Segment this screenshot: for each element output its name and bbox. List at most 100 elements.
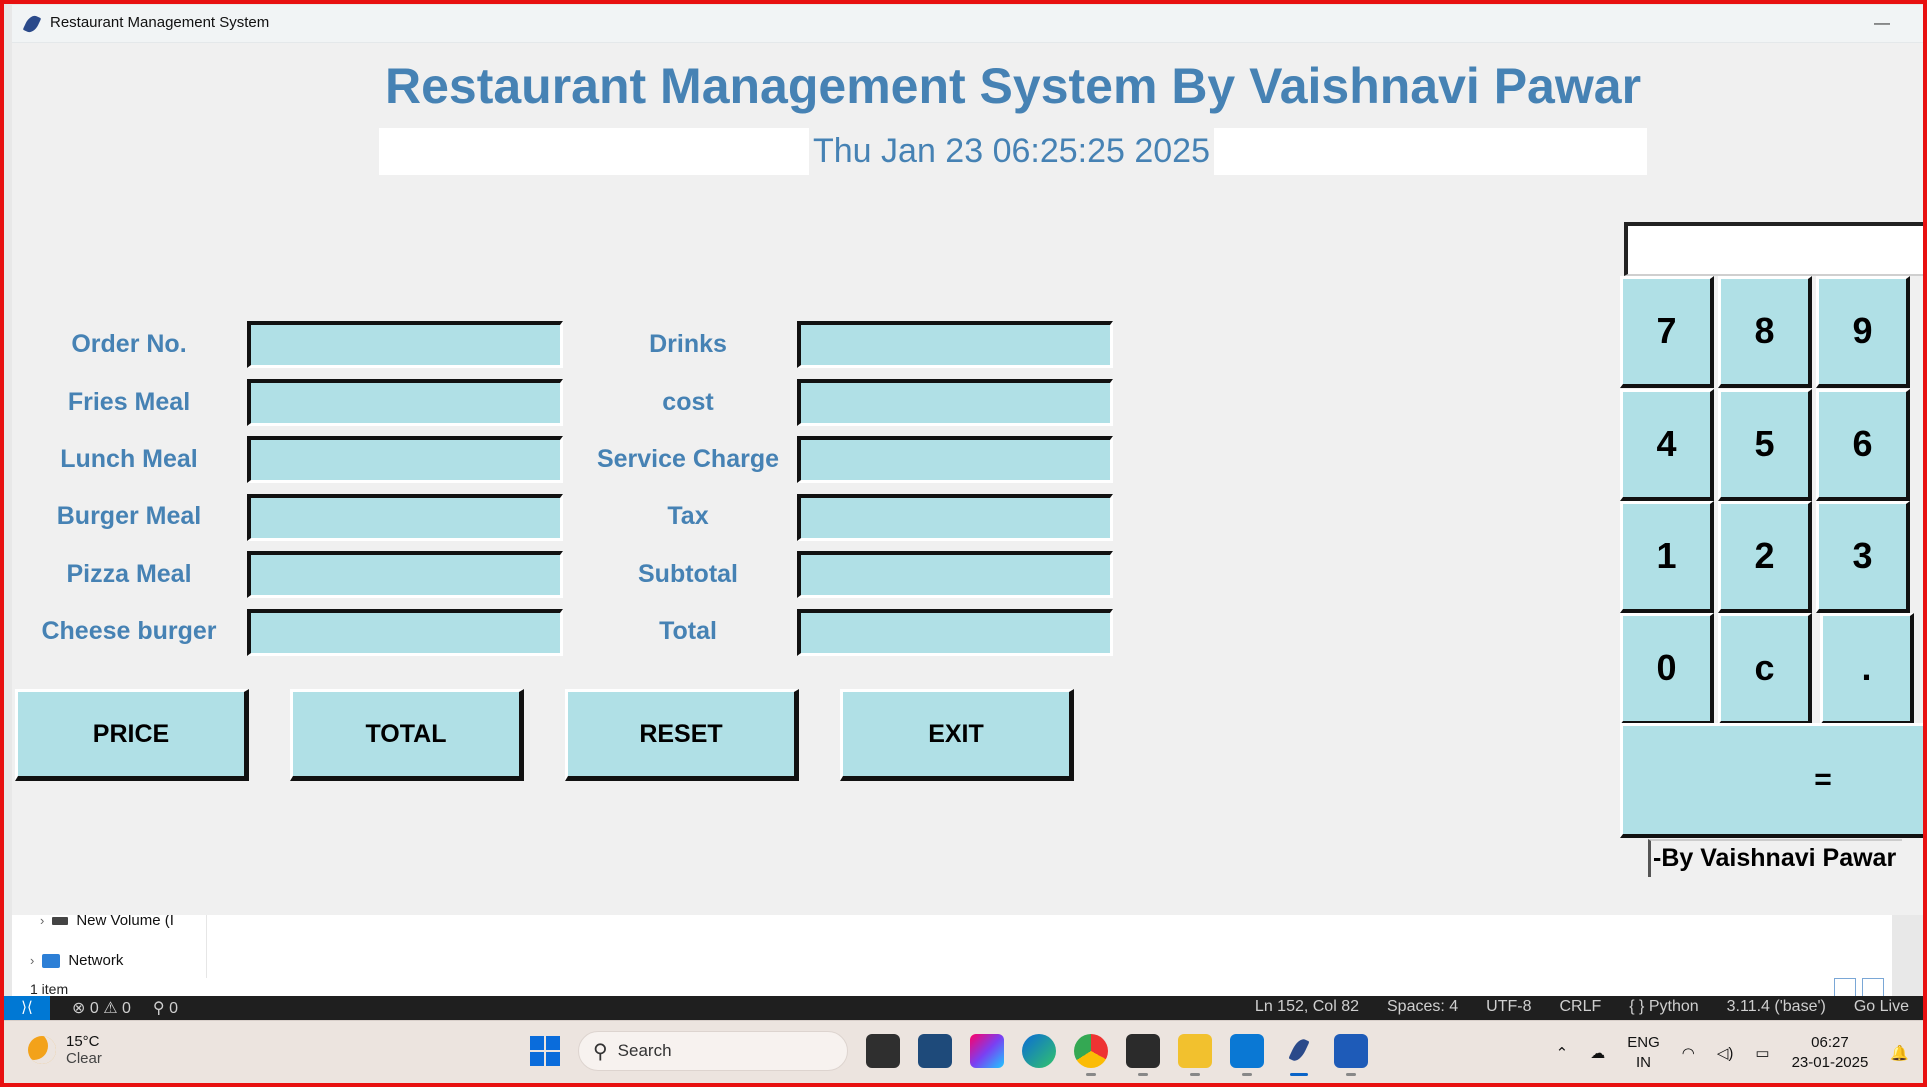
calc-key-2[interactable]: 2 [1718,501,1812,613]
notification-bell-icon[interactable]: 🔔 [1890,1044,1909,1062]
network-icon [42,953,61,968]
calc-key-4[interactable]: 4 [1620,389,1714,501]
windows-start-icon[interactable] [530,1036,560,1066]
indentation[interactable]: Spaces: 4 [1387,998,1458,1016]
price-button[interactable]: PRICE [15,689,249,781]
file-explorer-icon[interactable] [1178,1034,1212,1076]
label-order-no: Order No. [71,330,187,358]
go-live-button[interactable]: Go Live [1854,998,1909,1016]
reset-button[interactable]: RESET [565,689,799,781]
taskbar-apps: ⚲ Search [530,1031,1368,1076]
tax-input[interactable] [797,494,1113,541]
problems-indicator[interactable]: ⊗ 0 ⚠ 0 [72,998,131,1018]
line-ending[interactable]: CRLF [1559,998,1601,1016]
calc-key-6[interactable]: 6 [1816,389,1910,501]
total-button[interactable]: TOTAL [290,689,524,781]
burger-meal-input[interactable] [247,494,563,541]
ports-count: 0 [169,1000,178,1017]
taskbar: 15°C Clear ⚲ Search ⌃ ☁ ENG IN ◠ ◁) ▭ 06… [0,1020,1927,1087]
weather-condition: Clear [66,1050,102,1067]
chevron-right-icon: › [40,913,45,928]
interpreter[interactable]: 3.11.4 ('base') [1727,998,1826,1016]
language-code: ENG [1627,1034,1660,1051]
label-subtotal: Subtotal [638,560,738,588]
label-pizza-meal: Pizza Meal [66,560,192,588]
language-mode[interactable]: { } Python [1629,998,1698,1016]
calc-key-decimal[interactable]: . [1820,613,1914,725]
calculator-display[interactable] [1624,222,1923,276]
remote-indicator-icon[interactable]: ⟩⟨ [4,996,50,1020]
edge-browser-icon[interactable] [1022,1034,1056,1068]
task-view-icon[interactable] [866,1034,900,1068]
language-indicator[interactable]: ENG IN [1627,1033,1660,1073]
copilot-icon[interactable] [970,1034,1004,1068]
chevron-up-icon[interactable]: ⌃ [1556,1044,1569,1062]
battery-icon[interactable]: ▭ [1755,1044,1769,1062]
ports-indicator[interactable]: ⚲ 0 [153,998,178,1018]
drinks-input[interactable] [797,321,1113,368]
minimize-button[interactable]: — [1841,5,1923,43]
exit-button[interactable]: EXIT [840,689,1074,781]
calc-key-9[interactable]: 9 [1816,276,1910,388]
volume-icon[interactable]: ◁) [1717,1044,1734,1062]
wifi-icon[interactable]: ◠ [1682,1044,1695,1062]
label-cost: cost [662,388,714,416]
window-title: Restaurant Management System [50,14,270,31]
calc-key-0[interactable]: 0 [1620,613,1714,725]
chrome-icon[interactable] [1074,1034,1108,1076]
search-icon: ⚲ [593,1040,608,1063]
date-bar-left [379,128,809,175]
date-bar-right [1214,128,1647,175]
chevron-right-icon: › [30,953,35,968]
calc-key-7[interactable]: 7 [1620,276,1714,388]
terminal-icon[interactable] [1126,1034,1160,1076]
temperature: 15°C [66,1033,100,1050]
taskbar-search[interactable]: ⚲ Search [578,1031,848,1071]
encoding[interactable]: UTF-8 [1486,998,1531,1016]
label-drinks: Drinks [649,330,727,358]
label-fries-meal: Fries Meal [67,388,191,416]
cheese-burger-input[interactable] [247,609,563,656]
page-title: Restaurant Management System By Vaishnav… [384,58,1642,114]
snipping-tool-icon[interactable] [918,1034,952,1068]
cost-input[interactable] [797,379,1113,426]
label-cheese-burger: Cheese burger [41,617,217,645]
word-icon[interactable] [1334,1034,1368,1076]
calc-key-1[interactable]: 1 [1620,501,1714,613]
calc-key-8[interactable]: 8 [1718,276,1812,388]
app-window: Restaurant Management System — Restauran… [12,5,1923,915]
clock[interactable]: 06:27 23-01-2025 [1792,1033,1869,1073]
order-no-input[interactable] [247,321,563,368]
app-feather-icon [22,13,42,35]
title-bar: Restaurant Management System — [12,5,1923,43]
warnings-count: 0 [122,1000,131,1017]
python-tk-feather-icon[interactable] [1282,1034,1316,1076]
system-tray: ⌃ ☁ ENG IN ◠ ◁) ▭ 06:27 23-01-2025 🔔 [1556,1033,1909,1073]
calc-key-equals[interactable]: = [1620,723,1923,838]
weather-widget[interactable]: 15°C Clear [28,1033,102,1067]
drive-icon [52,916,69,925]
label-lunch-meal: Lunch Meal [60,445,198,473]
total-input[interactable] [797,609,1113,656]
tree-item-label: Network [68,952,124,969]
onedrive-icon[interactable]: ☁ [1590,1044,1605,1062]
calc-key-3[interactable]: 3 [1816,501,1910,613]
calc-key-clear[interactable]: c [1718,613,1812,725]
label-service-charge: Service Charge [596,445,780,473]
subtotal-input[interactable] [797,551,1113,598]
fries-meal-input[interactable] [247,379,563,426]
clock-date: 23-01-2025 [1791,1054,1869,1071]
service-charge-input[interactable] [797,436,1113,483]
problems-count: 0 [89,1000,99,1017]
cursor-position[interactable]: Ln 152, Col 82 [1255,998,1359,1016]
vscode-icon[interactable] [1230,1034,1264,1076]
tree-item-network[interactable]: › Network [30,952,123,969]
lunch-meal-input[interactable] [247,436,563,483]
item-count: 1 item [30,981,69,997]
current-datetime: Thu Jan 23 06:25:25 2025 [813,132,1210,170]
clock-time: 06:27 [1811,1034,1849,1051]
moon-icon [28,1036,56,1064]
calc-key-5[interactable]: 5 [1718,389,1812,501]
region-code: IN [1636,1054,1651,1071]
pizza-meal-input[interactable] [247,551,563,598]
